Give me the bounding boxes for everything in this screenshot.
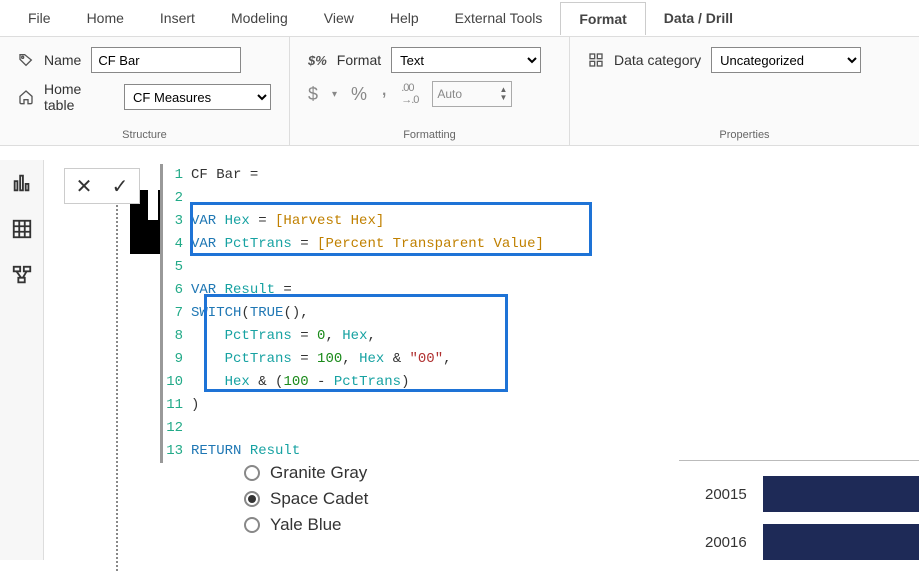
data-view-icon[interactable] — [11, 218, 33, 240]
tag-icon — [18, 52, 34, 68]
decimal-places-input[interactable]: Auto ▲▼ — [432, 81, 512, 107]
ribbon-group-properties: Data category Uncategorized Properties — [570, 37, 919, 145]
data-category-select[interactable]: Uncategorized — [711, 47, 861, 73]
category-label: Data category — [614, 52, 701, 68]
currency-button[interactable]: $ — [308, 84, 318, 105]
ribbon-tabs: FileHomeInsertModelingViewHelpExternal T… — [0, 0, 919, 36]
radio-label: Space Cadet — [270, 489, 368, 509]
measure-name-input[interactable] — [91, 47, 241, 73]
group-label-properties: Properties — [588, 129, 901, 141]
code-line[interactable]: 7SWITCH(TRUE(), — [163, 302, 544, 325]
bar-fill — [763, 476, 919, 512]
code-line[interactable]: 8 PctTrans = 0, Hex, — [163, 325, 544, 348]
menu-data-drill[interactable]: Data / Drill — [646, 2, 751, 34]
ribbon-group-structure: Name Home table CF Measures Structure — [0, 37, 290, 145]
report-view-icon[interactable] — [11, 172, 33, 194]
bar-label: 20016 — [699, 534, 763, 551]
name-label: Name — [44, 52, 81, 68]
menu-view[interactable]: View — [306, 2, 372, 34]
format-select[interactable]: Text — [391, 47, 541, 73]
format-label: Format — [337, 52, 381, 68]
menu-file[interactable]: File — [10, 2, 69, 34]
bar-fill — [763, 524, 919, 560]
radio-icon — [244, 465, 260, 481]
code-line[interactable]: 10 Hex & (100 - PctTrans) — [163, 371, 544, 394]
code-line[interactable]: 6VAR Result = — [163, 279, 544, 302]
model-view-icon[interactable] — [11, 264, 33, 286]
menu-home[interactable]: Home — [69, 2, 142, 34]
decimal-button[interactable]: .00→.0 — [401, 82, 418, 106]
radio-label: Granite Gray — [270, 463, 367, 483]
accept-formula-button[interactable]: ✓ — [107, 173, 133, 199]
radio-option[interactable]: Granite Gray — [244, 460, 544, 486]
menu-external-tools[interactable]: External Tools — [437, 2, 561, 34]
menu-modeling[interactable]: Modeling — [213, 2, 306, 34]
thousands-button[interactable]: , — [381, 75, 387, 101]
code-line[interactable]: 12 — [163, 417, 544, 440]
home-table-label: Home table — [44, 81, 114, 113]
ribbon-group-formatting: $% Format Text $ ▾ % , .00→.0 Auto ▲▼ Fo… — [290, 37, 570, 145]
home-icon — [18, 89, 34, 105]
resize-handle[interactable] — [116, 172, 118, 571]
code-line[interactable]: 13RETURN Result — [163, 440, 544, 463]
code-line[interactable]: 1CF Bar = — [163, 164, 544, 187]
radio-icon — [244, 491, 260, 507]
cancel-formula-button[interactable]: ✕ — [71, 173, 97, 199]
canvas-area: ✕ ✓ 1CF Bar =23VAR Hex = [Harvest Hex]4V… — [44, 160, 919, 571]
code-line[interactable]: 2 — [163, 187, 544, 210]
formula-confirm-bar: ✕ ✓ — [64, 168, 140, 204]
divider — [679, 460, 919, 461]
code-line[interactable]: 4VAR PctTrans = [Percent Transparent Val… — [163, 233, 544, 256]
radio-option[interactable]: Yale Blue — [244, 512, 544, 538]
code-line[interactable]: 11) — [163, 394, 544, 417]
category-icon — [588, 52, 604, 68]
dax-editor[interactable]: 1CF Bar =23VAR Hex = [Harvest Hex]4VAR P… — [160, 164, 544, 463]
bar-label: 20015 — [699, 486, 763, 503]
bar-chart-preview: 20015 20016 — [699, 470, 919, 566]
radio-label: Yale Blue — [270, 515, 342, 535]
code-line[interactable]: 9 PctTrans = 100, Hex & "00", — [163, 348, 544, 371]
radio-icon — [244, 517, 260, 533]
view-switcher — [0, 160, 44, 560]
color-radio-list: Granite Gray Space Cadet Yale Blue — [244, 460, 544, 538]
code-line[interactable]: 3VAR Hex = [Harvest Hex] — [163, 210, 544, 233]
code-line[interactable]: 5 — [163, 256, 544, 279]
group-label-structure: Structure — [18, 129, 271, 141]
group-label-formatting: Formatting — [308, 129, 551, 141]
bar-row: 20015 — [699, 470, 919, 518]
radio-option[interactable]: Space Cadet — [244, 486, 544, 512]
percent-button[interactable]: % — [351, 84, 367, 105]
menu-help[interactable]: Help — [372, 2, 437, 34]
menu-insert[interactable]: Insert — [142, 2, 213, 34]
ribbon: Name Home table CF Measures Structure $%… — [0, 36, 919, 146]
menu-format[interactable]: Format — [560, 2, 645, 35]
bar-row: 20016 — [699, 518, 919, 566]
home-table-select[interactable]: CF Measures — [124, 84, 271, 110]
